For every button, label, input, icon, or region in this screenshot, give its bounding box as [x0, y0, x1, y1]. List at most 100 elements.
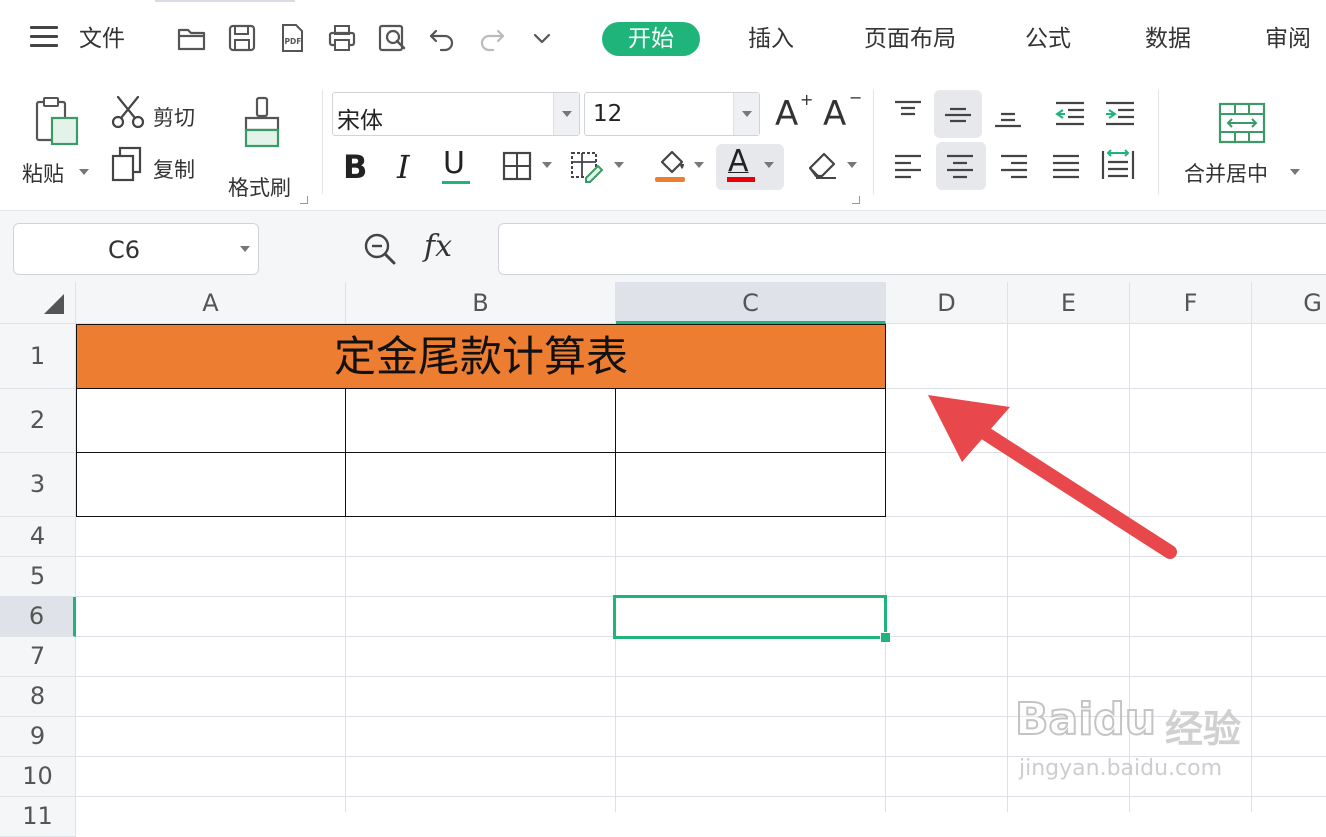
column-header-d[interactable]: D	[886, 282, 1008, 324]
selected-cell-c6[interactable]	[613, 595, 887, 639]
paste-dropdown-icon[interactable]	[79, 169, 89, 175]
font-size-dropdown[interactable]	[733, 93, 759, 135]
fill-handle[interactable]	[880, 632, 891, 643]
align-top-icon[interactable]	[892, 98, 924, 128]
svg-text:PDF: PDF	[285, 37, 302, 46]
formula-input[interactable]	[498, 223, 1326, 275]
row-header-9[interactable]: 9	[0, 717, 76, 757]
italic-button[interactable]: I	[397, 148, 410, 186]
conditional-format-icon[interactable]	[570, 150, 606, 184]
tab-home[interactable]: 开始	[602, 22, 700, 56]
font-color-dropdown-icon[interactable]	[764, 162, 774, 168]
column-header-f[interactable]: F	[1130, 282, 1252, 324]
underline-bar	[442, 181, 470, 184]
decrease-font-label: A	[823, 94, 847, 134]
align-middle-icon	[945, 107, 971, 123]
watermark-brand-cn: 经验	[1165, 707, 1242, 751]
conditional-format-dropdown-icon[interactable]	[614, 162, 624, 168]
align-right-icon[interactable]	[998, 152, 1030, 182]
zoom-function-icon[interactable]	[362, 231, 398, 267]
eraser-dropdown-icon[interactable]	[847, 162, 857, 168]
row-header-2[interactable]: 2	[0, 389, 76, 453]
scissors-icon[interactable]	[110, 94, 146, 130]
cell-c2[interactable]	[615, 388, 886, 453]
cell-a2[interactable]	[76, 388, 346, 453]
hamburger-menu-icon[interactable]	[30, 26, 58, 48]
group-divider	[322, 90, 323, 194]
borders-icon[interactable]	[501, 150, 533, 182]
align-bottom-icon[interactable]	[992, 100, 1024, 130]
fx-button[interactable]: fx	[424, 229, 452, 264]
borders-dropdown-icon[interactable]	[542, 162, 552, 168]
column-header-g[interactable]: G	[1252, 282, 1326, 324]
row-header-6[interactable]: 6	[0, 597, 76, 637]
tab-insert[interactable]: 插入	[735, 22, 807, 56]
tab-page-layout[interactable]: 页面布局	[850, 22, 970, 56]
row-header-11[interactable]: 11	[0, 797, 76, 837]
row-header-1[interactable]: 1	[0, 324, 76, 389]
undo-icon[interactable]	[426, 22, 458, 54]
format-painter-button[interactable]: 格式刷	[222, 92, 306, 200]
paste-button[interactable]: 粘贴	[18, 92, 98, 188]
gridline	[76, 676, 1326, 677]
file-menu[interactable]: 文件	[79, 22, 125, 56]
font-name-select[interactable]: 宋体	[332, 92, 580, 136]
paste-icon	[35, 97, 79, 146]
eraser-icon[interactable]	[806, 148, 840, 182]
cell-a3[interactable]	[76, 452, 346, 517]
name-box-value: C6	[107, 236, 141, 264]
column-header-c[interactable]: C	[616, 282, 886, 324]
merge-center-button[interactable]: 合并居中	[1180, 98, 1310, 190]
paste-label: 粘贴	[22, 162, 64, 186]
column-header-a[interactable]: A	[76, 282, 346, 324]
row-header-8[interactable]: 8	[0, 677, 76, 717]
cell-c3[interactable]	[615, 452, 886, 517]
align-left-icon[interactable]	[892, 152, 924, 182]
merged-title-cell[interactable]: 定金尾款计算表	[76, 324, 886, 389]
copy-button[interactable]: 复制	[153, 154, 195, 184]
redo-icon[interactable]	[476, 22, 508, 54]
print-icon[interactable]	[326, 22, 358, 54]
decrease-indent-icon[interactable]	[1052, 98, 1088, 130]
decrease-font-size-button[interactable]: A −	[823, 88, 863, 136]
justify-icon[interactable]	[1050, 152, 1082, 182]
select-all-triangle-icon	[44, 294, 64, 314]
print-preview-icon[interactable]	[376, 22, 408, 54]
cell-b3[interactable]	[345, 452, 616, 517]
cell-b2[interactable]	[345, 388, 616, 453]
fill-color-dropdown-icon[interactable]	[694, 162, 704, 168]
save-icon[interactable]	[226, 22, 258, 54]
distributed-align-icon[interactable]	[1100, 148, 1136, 182]
increase-font-size-button[interactable]: A +	[775, 90, 815, 136]
name-box-dropdown-icon[interactable]	[240, 246, 250, 252]
watermark-url: jingyan.baidu.com	[1019, 756, 1223, 781]
row-header-5[interactable]: 5	[0, 557, 76, 597]
tab-data[interactable]: 数据	[1132, 22, 1204, 56]
column-header-e[interactable]: E	[1008, 282, 1130, 324]
more-chevron-icon[interactable]	[526, 22, 558, 54]
font-group-expand-icon[interactable]	[852, 196, 860, 204]
underline-button[interactable]: U	[440, 146, 472, 186]
copy-icon[interactable]	[110, 146, 144, 184]
tab-formulas[interactable]: 公式	[1012, 22, 1084, 56]
name-box[interactable]: C6	[13, 223, 259, 275]
watermark-brand: Baidu	[1014, 693, 1157, 746]
row-header-10[interactable]: 10	[0, 757, 76, 797]
clipboard-expand-icon[interactable]	[300, 196, 308, 204]
export-pdf-icon[interactable]: PDF	[276, 22, 308, 54]
column-header-b[interactable]: B	[346, 282, 616, 324]
bold-button[interactable]: B	[343, 148, 367, 186]
select-all-corner[interactable]	[0, 282, 76, 324]
font-size-select[interactable]: 12	[584, 92, 760, 136]
merge-dropdown-icon[interactable]	[1290, 169, 1300, 175]
open-folder-icon[interactable]	[176, 22, 208, 54]
row-header-7[interactable]: 7	[0, 637, 76, 677]
increase-indent-icon[interactable]	[1102, 98, 1138, 130]
row-header-3[interactable]: 3	[0, 453, 76, 517]
increase-font-label: A	[775, 94, 799, 134]
ribbon: 粘贴 剪切 复制 格式刷 宋体 12 A + A − B I U A 合并居中	[0, 78, 1326, 210]
tab-review[interactable]: 审阅	[1252, 22, 1324, 56]
font-name-dropdown[interactable]	[553, 93, 579, 135]
row-header-4[interactable]: 4	[0, 517, 76, 557]
cut-button[interactable]: 剪切	[153, 102, 195, 132]
